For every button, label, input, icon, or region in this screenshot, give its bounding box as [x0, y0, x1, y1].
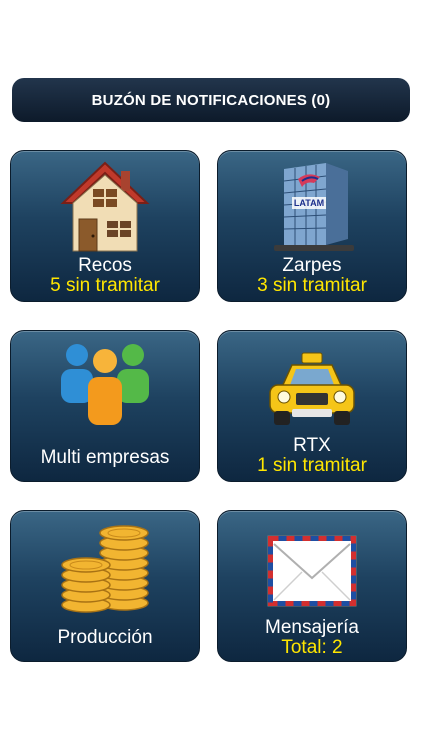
mensajeria-tile[interactable]: Mensajería Total: 2	[217, 510, 407, 662]
produccion-tile[interactable]: Producción	[10, 510, 200, 662]
coins-icon	[11, 519, 199, 615]
recos-label: Recos	[78, 255, 132, 276]
taxi-icon	[218, 339, 406, 435]
notifications-inbox-label: BUZÓN DE NOTIFICACIONES (0)	[91, 91, 331, 109]
rtx-label: RTX	[293, 435, 331, 456]
latam-building-icon: LATAM	[218, 159, 406, 255]
notifications-inbox-button[interactable]: BUZÓN DE NOTIFICACIONES (0)	[12, 78, 410, 122]
zarpes-status: 3 sin tramitar	[257, 275, 367, 296]
recos-status: 5 sin tramitar	[50, 275, 160, 296]
mensajeria-status: Total: 2	[281, 637, 343, 658]
zarpes-label: Zarpes	[282, 255, 342, 276]
app-screen: BUZÓN DE NOTIFICACIONES (0) Recos 5 sin …	[0, 0, 422, 750]
recos-tile[interactable]: Recos 5 sin tramitar	[10, 150, 200, 302]
produccion-label: Producción	[57, 627, 153, 648]
multi-empresas-tile[interactable]: Multi empresas	[10, 330, 200, 482]
rtx-status: 1 sin tramitar	[257, 455, 367, 476]
latam-sign-text: LATAM	[294, 198, 324, 208]
mensajeria-label: Mensajería	[265, 617, 359, 638]
people-group-icon	[11, 337, 199, 433]
multi-empresas-label: Multi empresas	[40, 447, 170, 468]
envelope-icon	[218, 519, 406, 615]
house-icon	[11, 159, 199, 255]
zarpes-tile[interactable]: LATAM Zarpes 3 sin tramitar	[217, 150, 407, 302]
rtx-tile[interactable]: RTX 1 sin tramitar	[217, 330, 407, 482]
